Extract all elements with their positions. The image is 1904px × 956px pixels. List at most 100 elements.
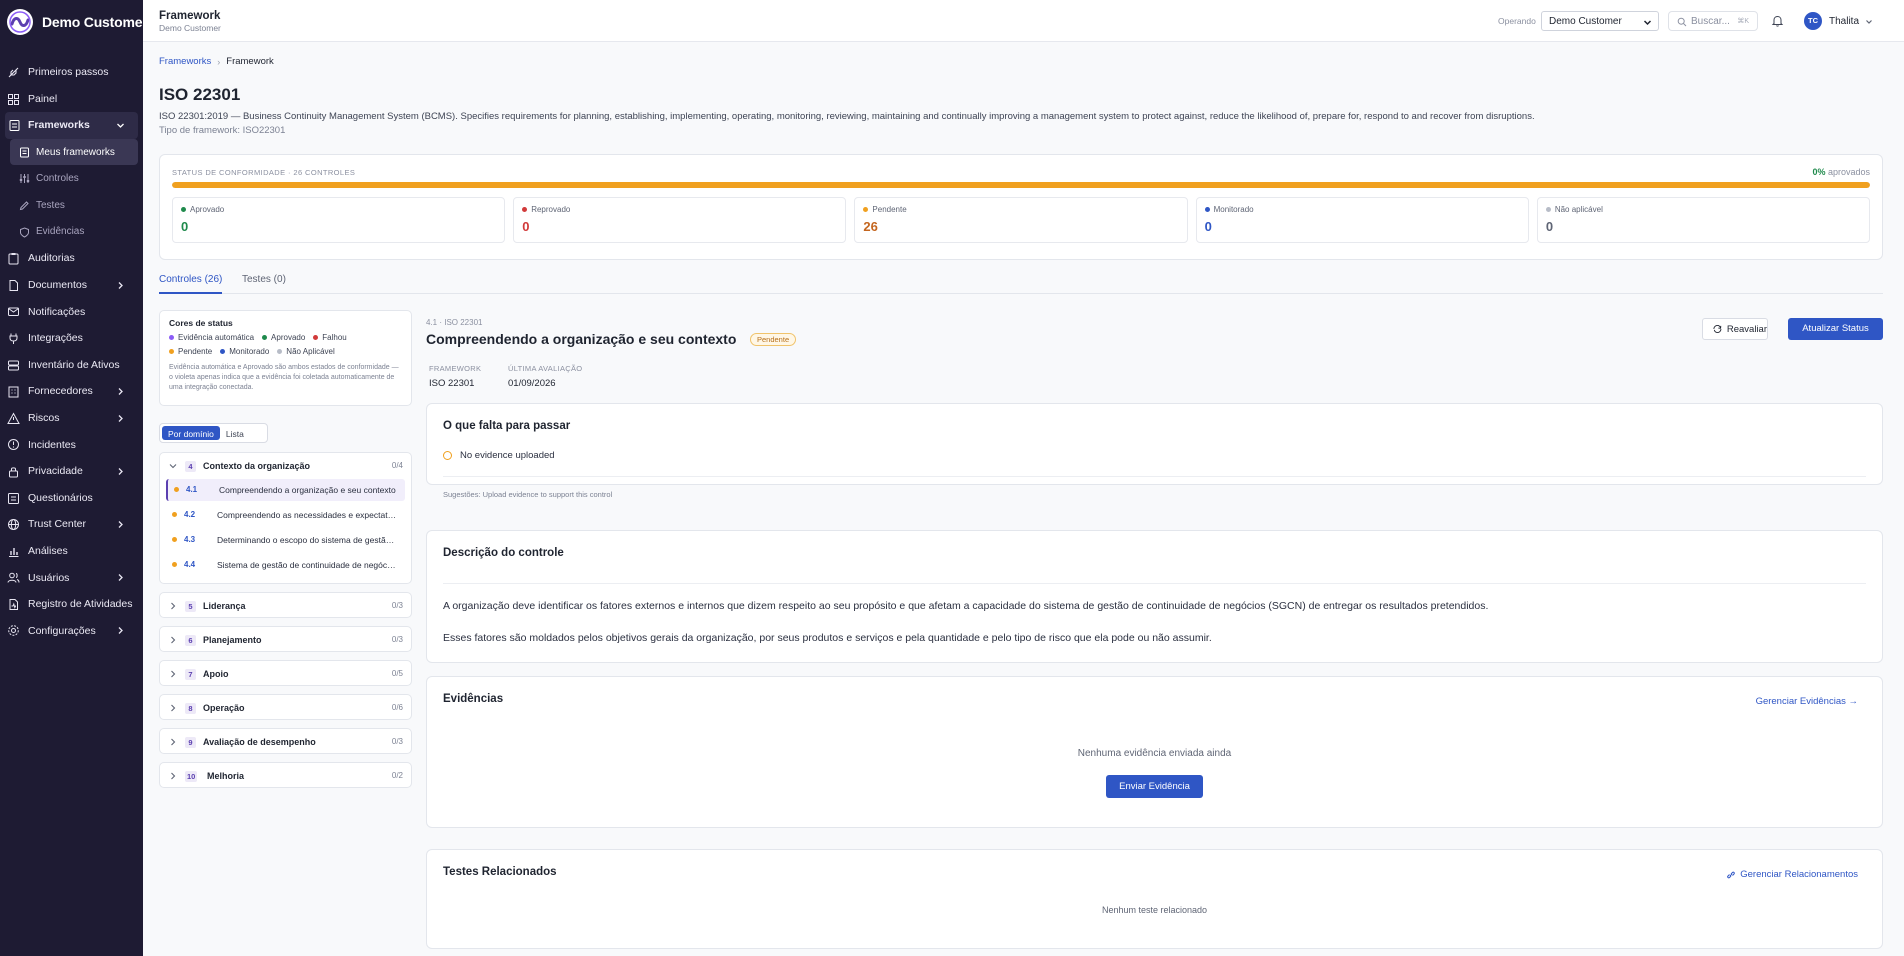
sidebar-item-analises[interactable]: Análises [0,538,143,565]
legend-item: Evidência automática [178,333,255,342]
stat-boxes: Aprovado 0 Reprovado 0 Pendente 26 Monit… [172,197,1871,243]
control-item[interactable]: 4.3 Determinando o escopo do sistema de … [166,529,405,551]
main-content: Frameworks › Framework ISO 22301 ISO 223… [143,42,1904,956]
domain-name: Operação [203,703,245,713]
legend-dot [169,335,174,340]
file-icon [9,279,18,291]
description-card: Descrição do controle A organização deve… [426,530,1883,663]
sidebar-item-evidencias[interactable]: Evidências [0,219,143,246]
sidebar-item-label: Testes [36,199,65,211]
alert-circle-icon [8,439,19,451]
control-item[interactable]: 4.1 Compreendendo a organização e seu co… [166,479,405,501]
sidebar-item-registro-atividades[interactable]: Registro de Atividades [0,591,143,618]
topbar-subtitle: Demo Customer [159,23,221,33]
sidebar-item-integracoes[interactable]: Integrações [0,325,143,352]
sidebar-item-incidentes[interactable]: Incidentes [0,431,143,458]
sidebar-item-label: Questionários [28,491,93,504]
control-item[interactable]: 4.2 Compreendendo as necessidades e expe… [166,504,405,526]
domain-count: 0/6 [391,703,403,712]
control-code: 4.2 [184,510,196,519]
server-icon [8,360,19,371]
topbar: Framework Demo Customer Operando Demo Cu… [143,0,1904,42]
breadcrumb-frameworks-link[interactable]: Frameworks [159,56,211,67]
sidebar-item-riscos[interactable]: Riscos [0,405,143,432]
document-icon [9,120,20,132]
sidebar-nav: Primeiros passos Painel Frameworks Meus … [0,59,143,644]
user-name[interactable]: Thalita [1829,16,1859,27]
search-input[interactable]: Buscar... ⌘K [1668,11,1758,31]
reassess-button[interactable]: Reavaliar [1702,318,1768,340]
breadcrumb: Frameworks › Framework [159,56,274,67]
sidebar-item-label: Usuários [28,571,70,584]
domain-group[interactable]: 5 Liderança 0/3 [159,592,412,618]
toggle-by-domain[interactable]: Por domínio [162,426,220,440]
control-item[interactable]: 4.4 Sistema de gestão de continuidade de… [166,554,405,576]
sidebar-item-label: Trust Center [28,518,86,531]
update-status-button[interactable]: Atualizar Status [1788,318,1883,340]
chevron-down-icon[interactable] [1865,18,1873,26]
sidebar-item-privacidade[interactable]: Privacidade [0,458,143,485]
sidebar-item-label: Configurações [28,624,96,637]
legend-item: Pendente [178,347,213,356]
chevron-right-icon [118,574,123,582]
domain-name: Apoio [203,669,229,679]
dashboard-icon [8,93,19,105]
sidebar-item-testes[interactable]: Testes [0,192,143,219]
sidebar-item-documentos[interactable]: Documentos [0,272,143,299]
domain-count: 0/2 [391,771,403,780]
status-legend: Cores de status Evidência automática Apr… [159,310,412,406]
stat-value: 0 [1204,219,1212,234]
building-icon [8,386,19,398]
bar-chart-icon [9,547,19,557]
org-select[interactable]: Demo Customer [1541,11,1659,31]
search-shortcut: ⌘K [1737,18,1749,25]
chevron-right-icon [118,627,123,635]
bell-icon[interactable] [1771,14,1784,27]
sidebar-item-label: Frameworks [28,119,90,132]
sidebar-item-notificacoes[interactable]: Notificações [0,298,143,325]
sidebar-item-usuarios[interactable]: Usuários [0,564,143,591]
domain-group[interactable]: 9 Avaliação de desempenho 0/3 [159,728,412,754]
tab-testes[interactable]: Testes (0) [242,274,286,294]
compliance-percent-suffix: aprovados [1827,167,1870,177]
manage-evidence-link[interactable]: Gerenciar Evidências → [1756,696,1858,707]
sidebar-item-label: Controles [36,173,79,185]
domain-group[interactable]: 6 Planejamento 0/3 [159,626,412,652]
sidebar-item-trust-center[interactable]: Trust Center [0,511,143,538]
stat-monitorado: Monitorado 0 [1195,197,1529,243]
chevron-right-icon [118,467,123,475]
send-evidence-button[interactable]: Enviar Evidência [1106,775,1203,798]
toggle-list[interactable]: Lista [220,426,250,440]
avatar[interactable]: TC [1804,12,1822,30]
sidebar-item-meus-frameworks[interactable]: Meus frameworks [10,138,138,166]
sidebar-item-painel[interactable]: Painel [0,86,143,113]
domain-group[interactable]: 8 Operação 0/6 [159,694,412,720]
sidebar-item-inventario[interactable]: Inventário de Ativos [0,352,143,379]
sidebar-item-frameworks[interactable]: Frameworks [5,112,138,139]
sidebar-item-primeiros-passos[interactable]: Primeiros passos [0,59,143,86]
framework-value: ISO 22301 [429,378,475,389]
legend-item: Não Aplicável [286,347,335,356]
domain-group[interactable]: 10 Melhoria 0/2 [159,762,412,788]
brand[interactable]: Demo Customer [6,7,148,37]
control-title: Determinando o escopo do sistema de gest… [217,535,397,545]
sidebar-item-configuracoes[interactable]: Configurações [0,617,143,644]
sliders-icon [19,174,30,184]
status-dot [522,207,528,212]
sidebar-item-questionarios[interactable]: Questionários [0,485,143,512]
legend-row: Evidência automática Aprovado Falhou [169,333,402,342]
sidebar-item-fornecedores[interactable]: Fornecedores [0,378,143,405]
missing-item-text: No evidence uploaded [460,450,555,461]
list-icon [8,492,19,504]
lock-icon [9,467,18,478]
domain-number: 4 [185,461,196,472]
sidebar-item-auditorias[interactable]: Auditorias [0,245,143,272]
manage-relationships-link[interactable]: Gerenciar Relacionamentos [1726,869,1858,880]
stat-label: Aprovado [190,205,225,214]
domain-group[interactable]: 7 Apoio 0/5 [159,660,412,686]
domain-list: 4 Contexto da organização 0/4 4.1 Compre… [159,452,412,796]
tab-controles[interactable]: Controles (26) [159,274,223,294]
document-icon [20,147,29,158]
operando-label: Operando [1498,16,1536,26]
sidebar-item-controles[interactable]: Controles [0,165,143,192]
